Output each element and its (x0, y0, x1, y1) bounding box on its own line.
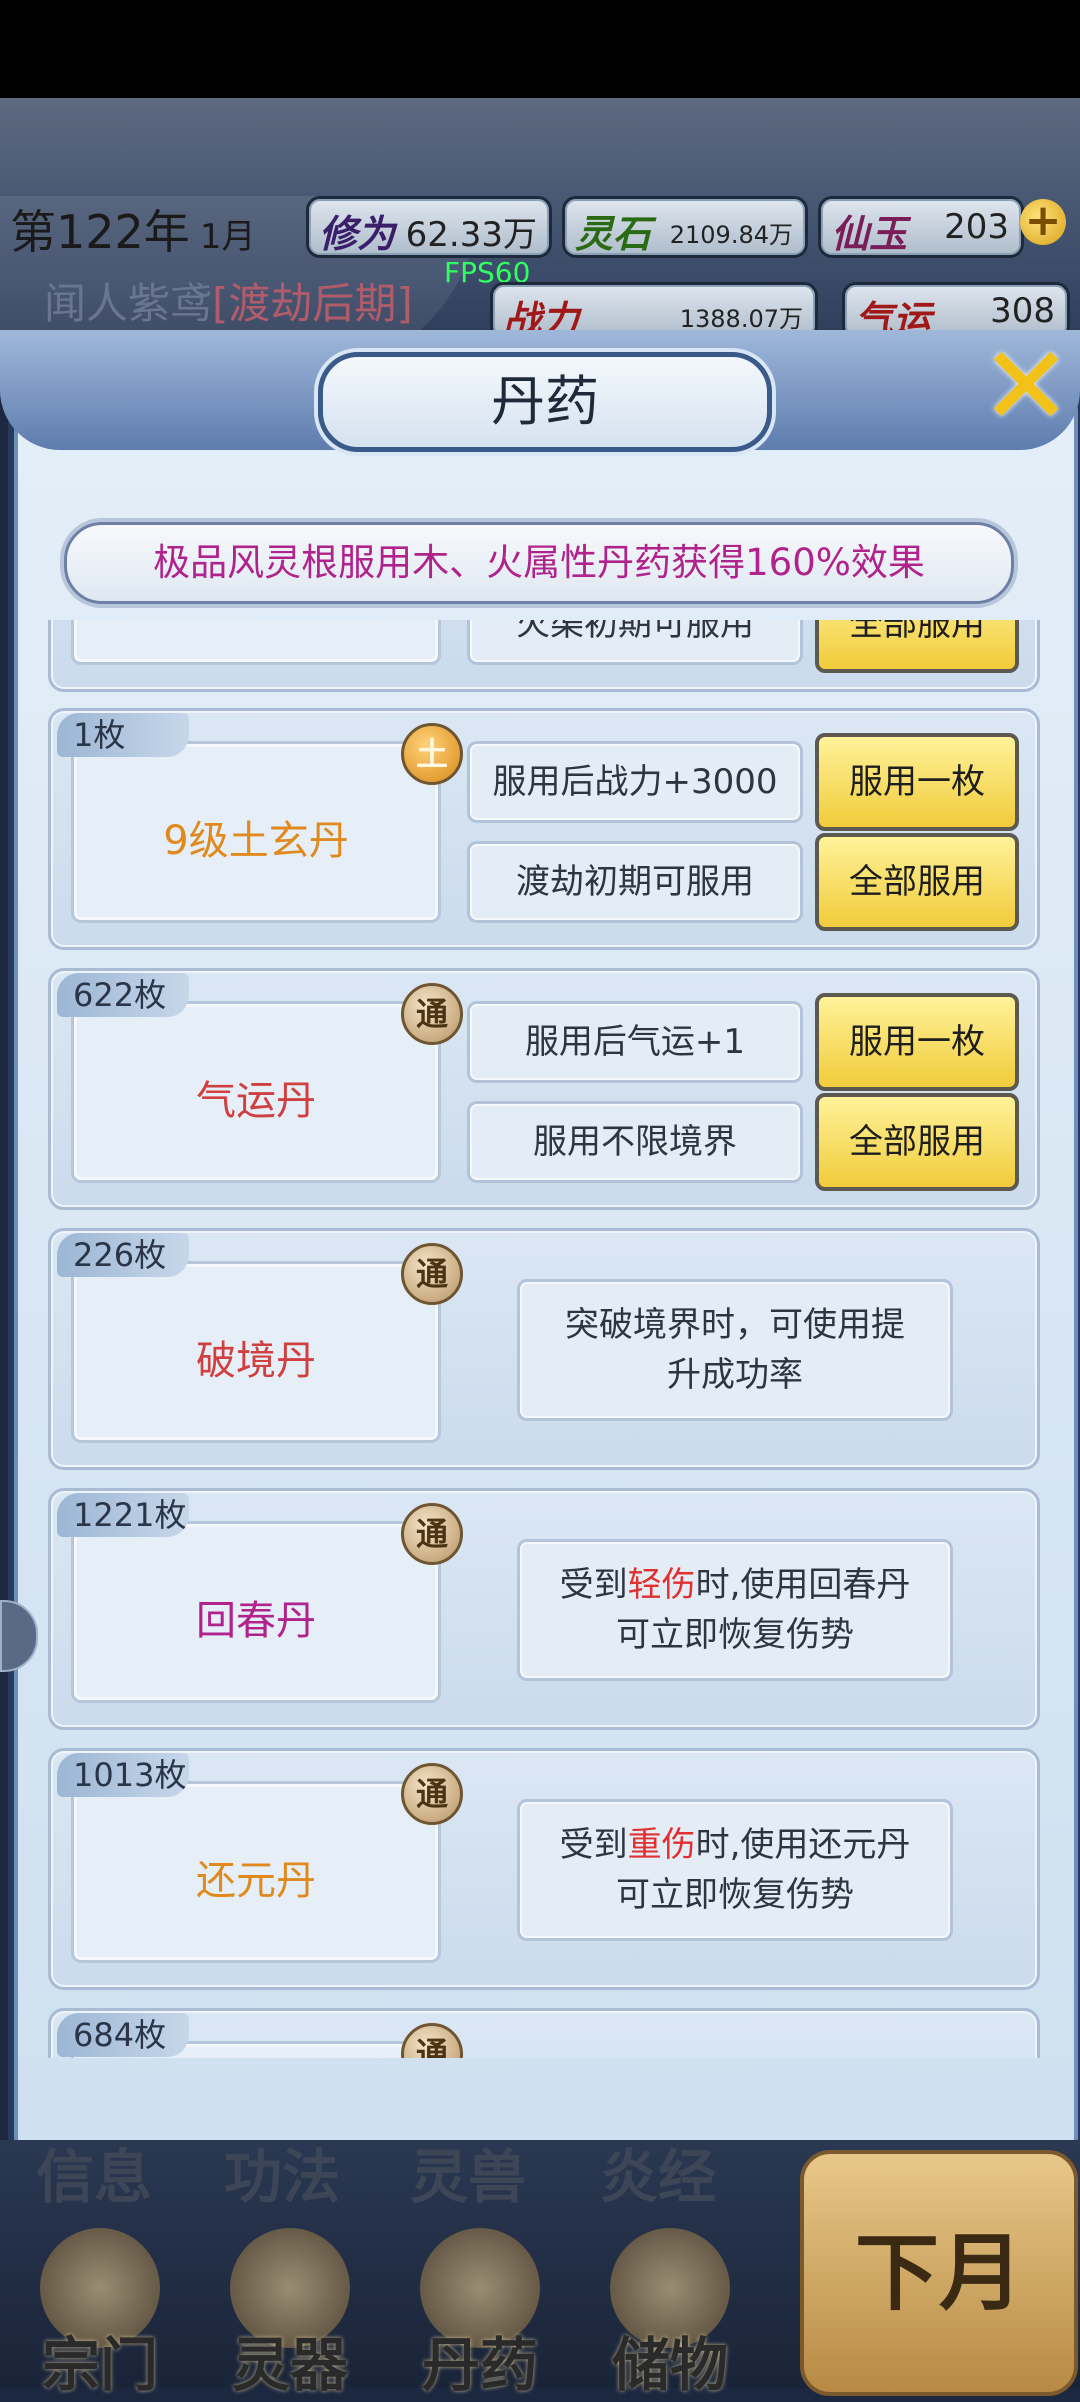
description-line: 突破境界时，可使用提 (565, 1305, 905, 1345)
universal-badge: 通 (401, 983, 463, 1045)
pill-name: 气运丹 (196, 1078, 316, 1124)
desc-text: 受到 (559, 1825, 628, 1865)
pill-card: 9级土玄丹 1枚 土 服用后战力+3000 渡劫初期可服用 服用一枚 全部服用 (48, 708, 1040, 950)
nav-label: 宗门 (41, 2331, 158, 2399)
player-rank: [渡劫后期] (212, 279, 413, 328)
nav-storage[interactable]: 储物 (570, 2228, 770, 2399)
desc-text: 时,使用还元丹 (695, 1825, 911, 1865)
xiuwei-resource: 修为 62.33万 (306, 196, 552, 258)
nav-label: 灵器 (231, 2331, 348, 2399)
pill-card: 破境丹 226枚 通 突破境界时，可使用提 升成功率 (48, 1228, 1040, 1470)
injury-highlight: 轻伤 (627, 1565, 696, 1605)
take-all-button[interactable]: 全部服用 (815, 620, 1019, 673)
pill-card: 还元丹 1013枚 通 受到重伤时,使用还元丹 可立即恢复伤势 (48, 1748, 1040, 1990)
pill-description: 受到重伤时,使用还元丹 可立即恢复伤势 (517, 1799, 953, 1941)
universal-badge: 通 (401, 1243, 463, 1305)
universal-badge: 通 (401, 2023, 463, 2058)
pill-description: 突破境界时，可使用提 升成功率 (517, 1279, 953, 1421)
xianyu-resource: 仙玉 203 (818, 196, 1024, 258)
universal-badge: 通 (401, 1763, 463, 1825)
pill-name-box: 还元丹 (71, 1781, 441, 1963)
pill-name-box: 破境丹 (71, 1261, 441, 1443)
pill-description: 受到轻伤时,使用回春丹 可立即恢复伤势 (517, 1539, 953, 1681)
pill-requirement: 渡劫初期可服用 (467, 841, 803, 923)
nav-sect[interactable]: 宗门 (0, 2228, 200, 2399)
pill-name-box: 9级土玄丹 (71, 741, 441, 923)
xiuwei-label: 修为 (319, 212, 396, 256)
take-one-button[interactable]: 服用一枚 (815, 993, 1019, 1091)
pill-count: 226枚 (57, 1233, 189, 1277)
pill-card: 气运丹 622枚 通 服用后气运+1 服用不限境界 服用一枚 全部服用 (48, 968, 1040, 1210)
description-line: 可立即恢复伤势 (616, 1615, 854, 1655)
description-line: 升成功率 (667, 1355, 803, 1395)
description-line: 可立即恢复伤势 (616, 1875, 854, 1915)
next-month-button[interactable]: 下月 (800, 2150, 1078, 2396)
nav-scripture[interactable]: 炎经 (600, 2130, 716, 2214)
pill-count: 1枚 (57, 713, 189, 757)
zhanli-value: 1388.07万 (679, 305, 803, 333)
nav-artifact[interactable]: 灵器 (190, 2228, 390, 2399)
description-line: 受到重伤时,使用还元丹 (520, 1820, 950, 1870)
take-all-button[interactable]: 全部服用 (815, 1093, 1019, 1191)
year-text: 第122年 (10, 205, 190, 259)
pill-card: 回春丹 1221枚 通 受到轻伤时,使用回春丹 可立即恢复伤势 (48, 1488, 1040, 1730)
pill-name: 还元丹 (196, 1858, 316, 1904)
lingshi-value: 2109.84万 (669, 221, 793, 249)
pill-name: 破境丹 (196, 1338, 316, 1384)
nav-gongfa[interactable]: 功法 (224, 2130, 340, 2214)
status-bar (0, 0, 1080, 98)
xiuwei-value: 62.33万 (405, 215, 537, 255)
xianyu-value: 203 (944, 207, 1009, 247)
lingshi-label: 灵石 (575, 212, 652, 256)
pill-count: 1221枚 (57, 1493, 189, 1537)
game-date: 第122年 1月 (10, 196, 255, 262)
pill-name-box: 气运丹 (71, 1001, 441, 1183)
description-line: 受到轻伤时,使用回春丹 (520, 1560, 950, 1610)
player-name: 闻人紫鸢 (44, 279, 213, 328)
pill-name-box (71, 620, 441, 665)
earth-element-badge: 土 (401, 723, 463, 785)
nav-spirit-beast[interactable]: 灵兽 (410, 2130, 526, 2214)
pill-name: 9级土玄丹 (163, 818, 349, 864)
spirit-root-notice: 极品风灵根服用木、火属性丹药获得160%效果 (64, 522, 1014, 604)
xianyu-label: 仙玉 (831, 212, 908, 256)
nav-info[interactable]: 信息 (36, 2130, 152, 2214)
take-all-button[interactable]: 全部服用 (815, 833, 1019, 931)
take-one-button[interactable]: 服用一枚 (815, 733, 1019, 831)
desc-text: 时,使用回春丹 (695, 1565, 911, 1605)
pill-effect: 服用后气运+1 (467, 1001, 803, 1083)
player-info: 闻人紫鸢[渡劫后期] (44, 270, 413, 331)
pill-list[interactable]: 火渠初期可服用 全部服用 9级土玄丹 1枚 土 服用后战力+3000 渡劫初期可… (40, 620, 1040, 2058)
pill-effect: 服用后战力+3000 (467, 741, 803, 823)
close-button[interactable]: ✕ (980, 331, 1072, 446)
panel-title: 丹药 (318, 352, 772, 452)
add-xianyu-button[interactable]: + (1020, 199, 1066, 245)
nav-label: 储物 (611, 2331, 728, 2399)
pill-count: 622枚 (57, 973, 189, 1017)
universal-badge: 通 (401, 1503, 463, 1565)
pill-requirement: 服用不限境界 (467, 1101, 803, 1183)
pill-name-box: 回春丹 (71, 1521, 441, 1703)
pill-count: 1013枚 (57, 1753, 189, 1797)
lingshi-resource: 灵石 2109.84万 (562, 196, 808, 258)
pill-count: 684枚 (57, 2013, 189, 2057)
pill-card: 684枚 通 (48, 2008, 1040, 2058)
pill-card-partial: 火渠初期可服用 全部服用 (48, 620, 1040, 692)
month-text: 1月 (199, 217, 256, 257)
nav-pill[interactable]: 丹药 (380, 2228, 580, 2399)
injury-highlight: 重伤 (627, 1825, 696, 1865)
pill-name: 回春丹 (196, 1598, 316, 1644)
pill-requirement: 火渠初期可服用 (467, 620, 803, 665)
nav-label: 丹药 (421, 2331, 538, 2399)
desc-text: 受到 (559, 1565, 628, 1605)
